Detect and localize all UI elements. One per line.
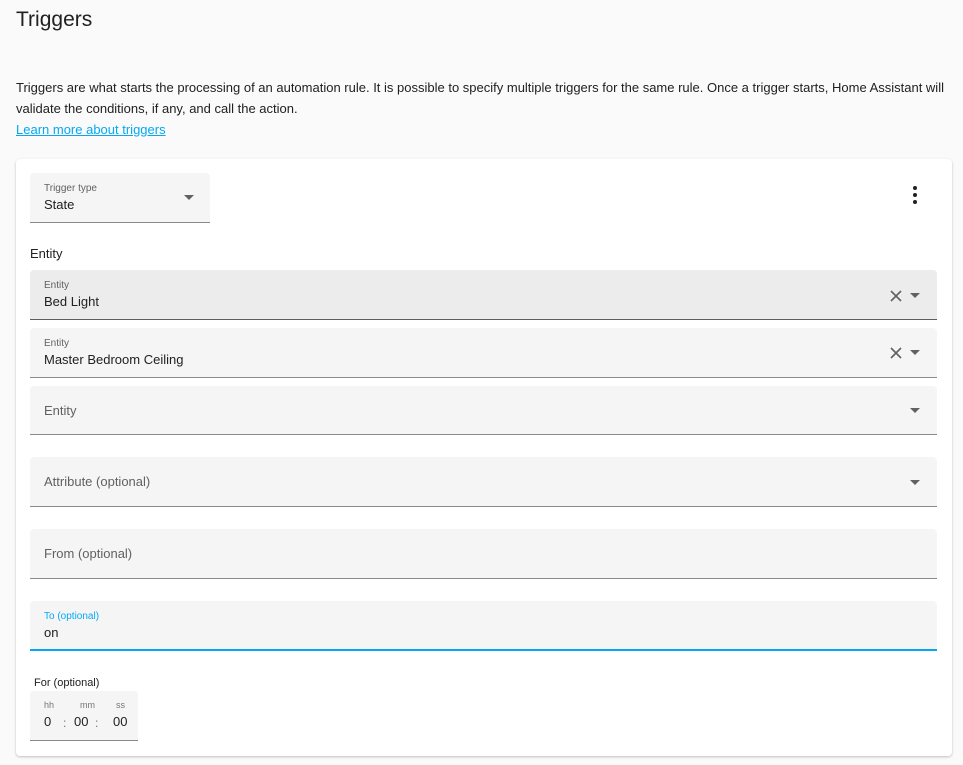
time-separator: : — [95, 716, 99, 730]
hours-unit-label: hh — [44, 700, 55, 710]
entity-picker-1-label: Entity — [44, 280, 70, 291]
entity-picker-1[interactable]: Entity Bed Light — [30, 270, 937, 320]
minutes-input[interactable]: 00 — [74, 714, 88, 730]
clear-icon[interactable] — [889, 346, 903, 360]
trigger-type-select[interactable]: Trigger type State — [30, 173, 210, 223]
chevron-down-icon[interactable] — [184, 195, 194, 200]
for-label: For (optional) — [34, 677, 100, 689]
entity-picker-1-value: Bed Light — [44, 294, 99, 309]
automation-editor-page: Triggers Triggers are what starts the pr… — [0, 0, 963, 765]
entity-picker-2-value: Master Bedroom Ceiling — [44, 352, 184, 367]
trigger-card: Trigger type State Entity Entity Bed Lig… — [16, 159, 952, 756]
attribute-placeholder: Attribute (optional) — [44, 474, 151, 489]
chevron-down-icon[interactable] — [910, 293, 920, 298]
duration-input: hh mm ss 0 : 00 : 00 — [30, 691, 138, 741]
dots-vertical-icon[interactable] — [907, 183, 923, 205]
from-placeholder: From (optional) — [44, 546, 133, 561]
to-value: on — [44, 625, 59, 640]
attribute-select[interactable]: Attribute (optional) — [30, 457, 937, 507]
entity-section-label: Entity — [30, 246, 63, 261]
to-label: To (optional) — [44, 611, 100, 622]
to-input[interactable]: To (optional) on — [30, 601, 937, 651]
seconds-unit-label: ss — [116, 700, 125, 710]
minutes-unit-label: mm — [80, 700, 95, 710]
chevron-down-icon[interactable] — [910, 350, 920, 355]
entity-picker-new[interactable]: Entity — [30, 386, 937, 435]
from-input[interactable]: From (optional) — [30, 529, 937, 579]
entity-picker-new-placeholder: Entity — [44, 403, 77, 418]
clear-icon[interactable] — [889, 289, 903, 303]
page-title: Triggers — [16, 8, 93, 31]
hours-input[interactable]: 0 — [44, 714, 51, 730]
entity-picker-2-label: Entity — [44, 338, 70, 349]
chevron-down-icon[interactable] — [910, 408, 920, 413]
trigger-type-label: Trigger type — [44, 183, 97, 194]
learn-more-link[interactable]: Learn more about triggers — [16, 120, 166, 140]
entity-picker-2[interactable]: Entity Master Bedroom Ceiling — [30, 328, 937, 378]
seconds-input[interactable]: 00 — [113, 714, 127, 730]
trigger-type-value: State — [44, 197, 75, 212]
chevron-down-icon[interactable] — [910, 480, 920, 485]
time-separator: : — [63, 716, 67, 730]
triggers-description: Triggers are what starts the processing … — [16, 80, 944, 116]
